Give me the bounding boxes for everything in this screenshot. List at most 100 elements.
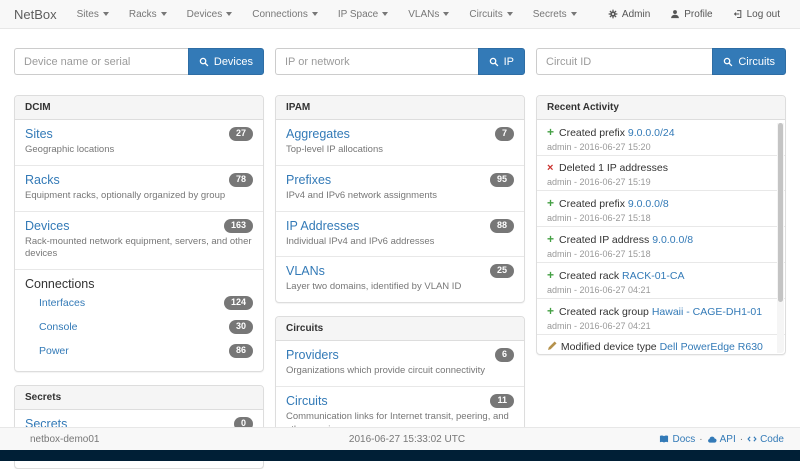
ip-addresses-desc: Individual IPv4 and IPv6 addresses (286, 236, 514, 249)
footer-links: Docs · API · Code (533, 434, 784, 445)
search-icon (199, 57, 209, 67)
delete-icon: × (547, 161, 559, 175)
search-icon (723, 57, 733, 67)
devices-desc: Rack-mounted network equipment, servers,… (25, 236, 253, 262)
device-search-button[interactable]: Devices (188, 48, 264, 75)
aggregates-desc: Top-level IP allocations (286, 144, 514, 157)
list-item-ip-addresses: IP Addresses 88 Individual IPv4 and IPv6 … (276, 212, 524, 258)
list-item-vlans: VLANs 25 Layer two domains, identified by… (276, 257, 524, 302)
circuit-search-input[interactable] (536, 48, 712, 75)
connections-interfaces-row: Interfaces 124 (25, 291, 253, 315)
activity-row: +Created prefix 9.0.0.0/8 admin - 2016-0… (537, 191, 785, 227)
nav-sites[interactable]: Sites (67, 0, 119, 29)
logout-icon (733, 9, 743, 19)
console-link[interactable]: Console (39, 321, 78, 333)
footer-separator: · (699, 434, 702, 445)
code-link[interactable]: Code (747, 434, 784, 445)
panel-dcim-title: DCIM (15, 96, 263, 120)
profile-link[interactable]: Profile (660, 0, 722, 29)
nav-ip-space[interactable]: IP Space (328, 0, 398, 29)
panel-dcim: DCIM Sites27 Geographic locations Racks7… (14, 95, 264, 372)
connections-label: Connections (25, 277, 253, 291)
panel-ipam: IPAM Aggregates 7 Top-level IP allocation… (275, 95, 525, 303)
devices-link[interactable]: Devices (25, 219, 69, 233)
bottom-bar (0, 450, 800, 461)
prefixes-link[interactable]: Prefixes (286, 173, 331, 187)
vlans-count-badge: 25 (490, 264, 514, 278)
panel-activity-title: Recent Activity (537, 96, 785, 120)
api-link[interactable]: API (707, 434, 736, 445)
device-search-input[interactable] (14, 48, 188, 75)
circuit-search-button[interactable]: Circuits (712, 48, 786, 75)
list-item-aggregates: Aggregates 7 Top-level IP allocations (276, 120, 524, 166)
footer-timestamp: 2016-06-27 15:33:02 UTC (281, 434, 532, 445)
chevron-down-icon (226, 12, 232, 16)
ip-search-input[interactable] (275, 48, 478, 75)
activity-action: Created rack group (559, 306, 649, 318)
panel-ipam-title: IPAM (276, 96, 524, 120)
aggregates-count-badge: 7 (495, 127, 514, 141)
device-search-group: Devices (14, 48, 264, 75)
logout-link[interactable]: Log out (723, 0, 790, 29)
nav-circuits[interactable]: Circuits (459, 0, 522, 29)
vlans-link[interactable]: VLANs (286, 264, 325, 278)
nav-vlans[interactable]: VLANs (398, 0, 459, 29)
ip-search-button[interactable]: IP (478, 48, 525, 75)
panel-secrets-title: Secrets (15, 386, 263, 410)
circuits-link[interactable]: Circuits (286, 394, 328, 408)
list-item-racks: Racks78 Equipment racks, optionally orga… (15, 166, 263, 212)
navbar-right: Admin Profile Log out (598, 0, 790, 29)
ip-addresses-link[interactable]: IP Addresses (286, 219, 359, 233)
chevron-down-icon (507, 12, 513, 16)
console-count-badge: 30 (229, 320, 253, 334)
power-link[interactable]: Power (39, 345, 69, 357)
sites-link[interactable]: Sites (25, 127, 53, 141)
activity-target-link[interactable]: 9.0.0.0/8 (652, 234, 693, 246)
scrollbar-thumb[interactable] (778, 123, 783, 302)
chevron-down-icon (161, 12, 167, 16)
activity-target-link[interactable]: Hawaii - CAGE-DH1-01 (652, 306, 762, 318)
column-right: Recent Activity +Created prefix 9.0.0.0/… (536, 95, 786, 355)
vlans-desc: Layer two domains, identified by VLAN ID (286, 281, 514, 294)
plus-icon: + (547, 304, 559, 318)
interfaces-count-badge: 124 (224, 296, 253, 310)
activity-meta: admin - 2016-06-27 15:19 (547, 177, 769, 187)
providers-link[interactable]: Providers (286, 348, 339, 362)
footer: netbox-demo01 2016-06-27 15:33:02 UTC Do… (0, 427, 800, 450)
chevron-down-icon (382, 12, 388, 16)
activity-target-link[interactable]: 9.0.0.0/24 (628, 127, 675, 139)
devices-count-badge: 163 (224, 219, 253, 233)
code-icon (747, 434, 757, 444)
interfaces-link[interactable]: Interfaces (39, 297, 85, 309)
gear-icon (608, 9, 618, 19)
list-item-devices: Devices 163 Rack-mounted network equipmen… (15, 212, 263, 271)
activity-row: +Created IP address 9.0.0.0/8 admin - 20… (537, 227, 785, 263)
nav-secrets[interactable]: Secrets (523, 0, 587, 29)
nav-devices[interactable]: Devices (177, 0, 243, 29)
user-icon (670, 9, 680, 19)
plus-icon: + (547, 125, 559, 139)
activity-target-link[interactable]: RACK-01-CA (622, 270, 684, 282)
activity-meta: admin - 2016-06-27 15:18 (547, 213, 769, 223)
nav-racks[interactable]: Racks (119, 0, 177, 29)
dashboard-content: DCIM Sites27 Geographic locations Racks7… (0, 95, 800, 469)
docs-link[interactable]: Docs (659, 434, 695, 445)
activity-scrollbar[interactable] (777, 123, 784, 353)
connections-power-row: Power 86 (25, 339, 253, 363)
power-count-badge: 86 (229, 344, 253, 358)
column-left: DCIM Sites27 Geographic locations Racks7… (14, 95, 264, 469)
ip-addresses-count-badge: 88 (490, 219, 514, 233)
activity-meta: admin - 2016-06-27 04:21 (547, 285, 769, 295)
activity-row: Modified device type Dell PowerEdge R630 (537, 335, 785, 355)
admin-link[interactable]: Admin (598, 0, 660, 29)
activity-target-link[interactable]: 9.0.0.0/8 (628, 198, 669, 210)
circuits-count-badge: 11 (490, 394, 514, 408)
nav-connections[interactable]: Connections (242, 0, 328, 29)
activity-action: Modified device type (561, 341, 657, 353)
panel-circuits-title: Circuits (276, 317, 524, 341)
activity-action: Created prefix (559, 198, 625, 210)
activity-target-link[interactable]: Dell PowerEdge R630 (660, 341, 763, 353)
aggregates-link[interactable]: Aggregates (286, 127, 350, 141)
brand-logo[interactable]: NetBox (14, 7, 57, 22)
racks-link[interactable]: Racks (25, 173, 60, 187)
